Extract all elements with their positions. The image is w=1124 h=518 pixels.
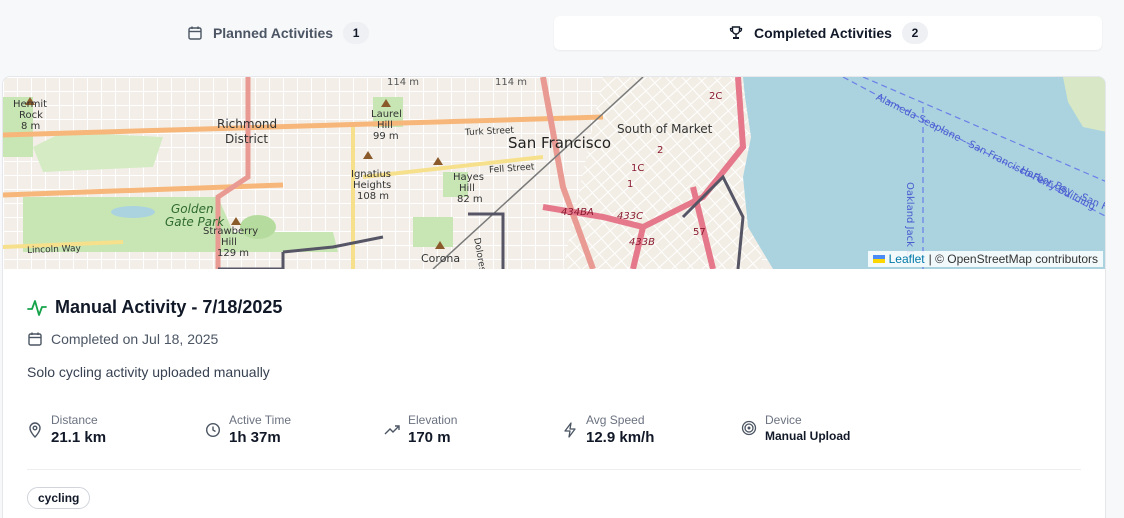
stat-value: 12.9 km/h [586, 429, 655, 446]
tab-planned-label: Planned Activities [212, 25, 334, 41]
map-label: Hill [459, 183, 475, 194]
stat-distance: Distance 21.1 km [27, 413, 106, 446]
activity-title-row: Manual Activity - 7/18/2025 [27, 297, 282, 318]
map-label: Strawberry [203, 226, 259, 237]
map-label: Richmond [217, 117, 278, 131]
map-label: 8 m [21, 121, 41, 132]
stat-avg-speed: Avg Speed 12.9 km/h [562, 413, 654, 446]
map-label: 82 m [457, 194, 483, 205]
leaflet-link[interactable]: Leaflet [889, 252, 925, 266]
completed-count-badge: 2 [901, 22, 928, 44]
map-label: 1 [627, 179, 634, 190]
stat-active-time: Active Time 1h 37m [205, 413, 291, 446]
map-label: Lincoln Way [26, 244, 82, 256]
completed-date: Completed on Jul 18, 2025 [51, 331, 219, 347]
activity-description: Solo cycling activity uploaded manually [27, 364, 270, 380]
map-label: 433B [629, 237, 655, 248]
activity-title: Manual Activity - 7/18/2025 [55, 297, 283, 317]
map-label: Golden [171, 202, 214, 216]
map-label: Laurel [371, 109, 402, 120]
map-label: 2 [657, 145, 664, 156]
target-icon [741, 420, 757, 436]
map-pin-icon [29, 421, 41, 438]
map-label: Hermit [13, 99, 48, 110]
map-label: District [225, 132, 269, 146]
activity-pulse-icon [27, 299, 47, 316]
map-label: Oakland Jack Li [904, 182, 915, 259]
ukraine-flag-icon [872, 255, 885, 263]
map-label: 114 m [495, 77, 528, 88]
map-label: South of Market [617, 122, 713, 136]
trending-up-icon [384, 424, 400, 434]
stat-value: 1h 37m [229, 429, 281, 446]
map-label: 108 m [357, 191, 390, 202]
map-label: 2C [709, 91, 723, 102]
map-labels: Richmond District San Francisco South of… [3, 77, 1105, 269]
map-label: San Francisco [508, 134, 612, 152]
stat-label: Avg Speed [586, 413, 645, 427]
map-label: Fell Street [488, 162, 535, 176]
map-attribution: Leaflet | © OpenStreetMap contributors [867, 251, 1103, 267]
stat-value: 21.1 km [51, 429, 107, 446]
planned-count-badge: 1 [343, 22, 370, 44]
activity-stats: Distance 21.1 km Active Time 1h 37m Elevat… [27, 413, 1083, 453]
calendar-icon [188, 26, 202, 40]
map-label: Hayes [453, 172, 484, 183]
map-label: Heights [353, 180, 392, 191]
map-label: Dolores Stre [471, 237, 491, 269]
divider [27, 469, 1081, 470]
attribution-text: | © OpenStreetMap contributors [928, 252, 1098, 266]
activity-tag[interactable]: cycling [27, 487, 91, 509]
route-map[interactable]: Richmond District San Francisco South of… [3, 77, 1105, 269]
map-label: Turk Street [464, 125, 515, 139]
map-label: 99 m [373, 131, 399, 142]
tab-completed-activities[interactable]: Completed Activities 2 [554, 16, 1102, 50]
stat-label: Active Time [229, 413, 292, 427]
clock-icon [205, 422, 221, 437]
activity-card: Richmond District San Francisco South of… [2, 76, 1106, 518]
calendar-icon [28, 332, 42, 346]
map-label: Hill [221, 237, 237, 248]
map-label: Corona [421, 252, 461, 265]
stat-label: Distance [51, 413, 98, 427]
activity-tabs: Planned Activities 1 Completed Activitie… [0, 16, 1124, 50]
trophy-icon [729, 26, 743, 39]
map-label: 433C [617, 211, 644, 222]
completed-date-row: Completed on Jul 18, 2025 [27, 331, 218, 347]
map-label: Rock [19, 110, 43, 121]
stat-label: Elevation [408, 413, 458, 427]
tab-planned-activities[interactable]: Planned Activities 1 [4, 16, 552, 50]
stat-value: 170 m [408, 429, 451, 446]
tab-completed-label: Completed Activities [754, 25, 892, 41]
map-label: 114 m [387, 77, 420, 88]
map-label: 129 m [217, 248, 250, 259]
map-label: Ignatius [351, 169, 392, 180]
map-label: 57 [693, 227, 706, 238]
lightning-icon [564, 421, 576, 438]
stat-value: Manual Upload [765, 429, 851, 443]
stat-elevation: Elevation 170 m [384, 413, 457, 446]
stat-label: Device [765, 413, 802, 427]
map-label: 434BA [561, 207, 594, 218]
map-label: 1C [631, 163, 645, 174]
stat-device: Device Manual Upload [741, 413, 850, 443]
map-label: Hill [377, 120, 393, 131]
